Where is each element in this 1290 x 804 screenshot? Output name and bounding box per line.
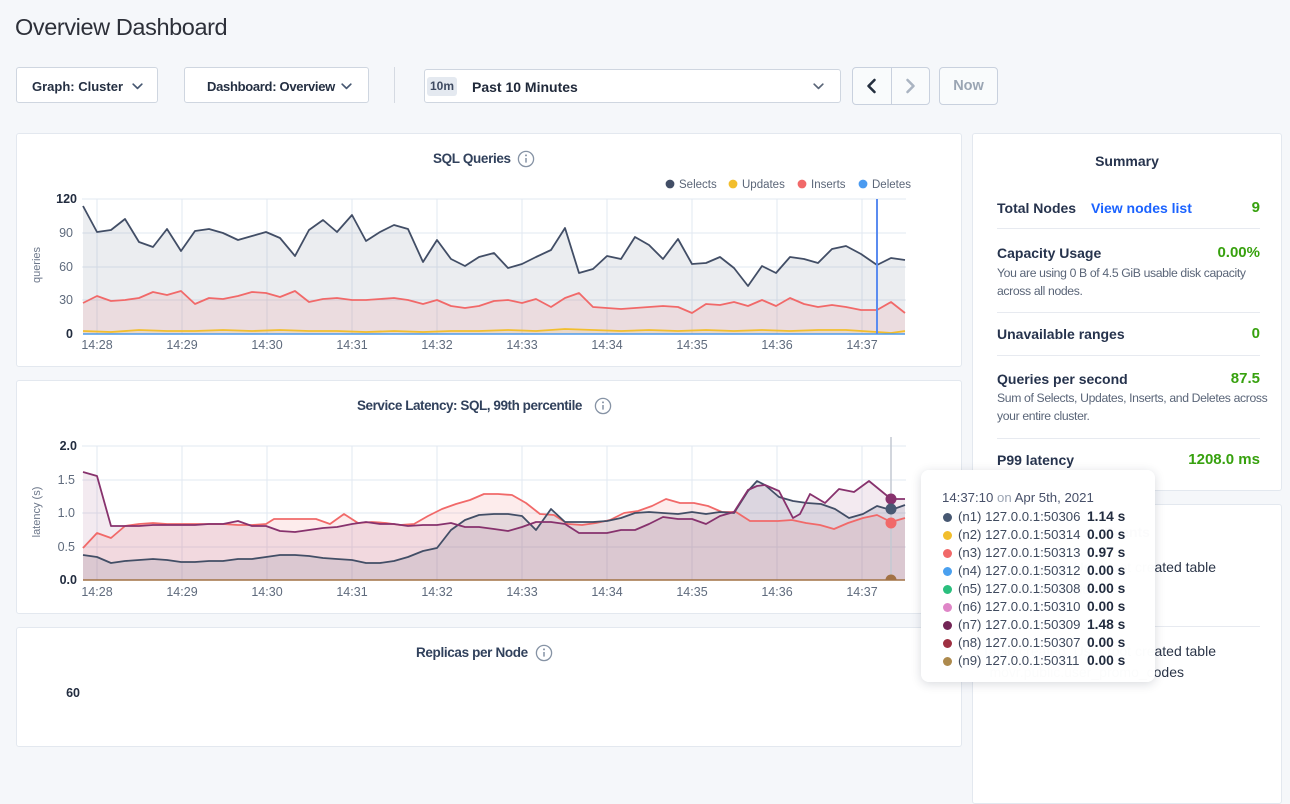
svg-text:14:36: 14:36: [761, 585, 792, 599]
svg-text:90: 90: [59, 226, 73, 240]
svg-text:2.0: 2.0: [60, 439, 77, 453]
svg-text:14:28: 14:28: [81, 338, 112, 352]
svg-text:30: 30: [59, 293, 73, 307]
svg-text:14:30: 14:30: [251, 338, 282, 352]
svg-text:1.5: 1.5: [58, 473, 75, 487]
svg-text:14:37: 14:37: [846, 338, 877, 352]
svg-text:queries: queries: [31, 246, 43, 283]
svg-text:14:35: 14:35: [676, 338, 707, 352]
svg-text:14:30: 14:30: [251, 585, 282, 599]
svg-text:0.0: 0.0: [60, 573, 77, 587]
svg-text:14:33: 14:33: [506, 338, 537, 352]
svg-text:14:35: 14:35: [676, 585, 707, 599]
svg-text:14:29: 14:29: [166, 585, 197, 599]
svg-text:60: 60: [59, 260, 73, 274]
svg-text:14:37: 14:37: [846, 585, 877, 599]
svg-text:14:31: 14:31: [336, 585, 367, 599]
svg-text:14:33: 14:33: [506, 585, 537, 599]
svg-text:Inserts: Inserts: [811, 179, 846, 191]
svg-text:14:32: 14:32: [421, 585, 452, 599]
svg-text:14:31: 14:31: [336, 338, 367, 352]
svg-text:Deletes: Deletes: [872, 179, 911, 191]
svg-text:14:34: 14:34: [591, 585, 622, 599]
svg-text:14:32: 14:32: [421, 338, 452, 352]
svg-text:14:34: 14:34: [591, 338, 622, 352]
svg-text:latency (s): latency (s): [31, 487, 43, 538]
svg-text:Selects: Selects: [679, 179, 717, 191]
svg-text:0: 0: [66, 327, 73, 341]
svg-text:0.5: 0.5: [58, 540, 75, 554]
svg-text:14:29: 14:29: [166, 338, 197, 352]
svg-text:1.0: 1.0: [58, 506, 75, 520]
svg-text:120: 120: [56, 192, 77, 206]
svg-text:14:36: 14:36: [761, 338, 792, 352]
svg-text:Updates: Updates: [742, 179, 785, 191]
svg-text:14:28: 14:28: [81, 585, 112, 599]
